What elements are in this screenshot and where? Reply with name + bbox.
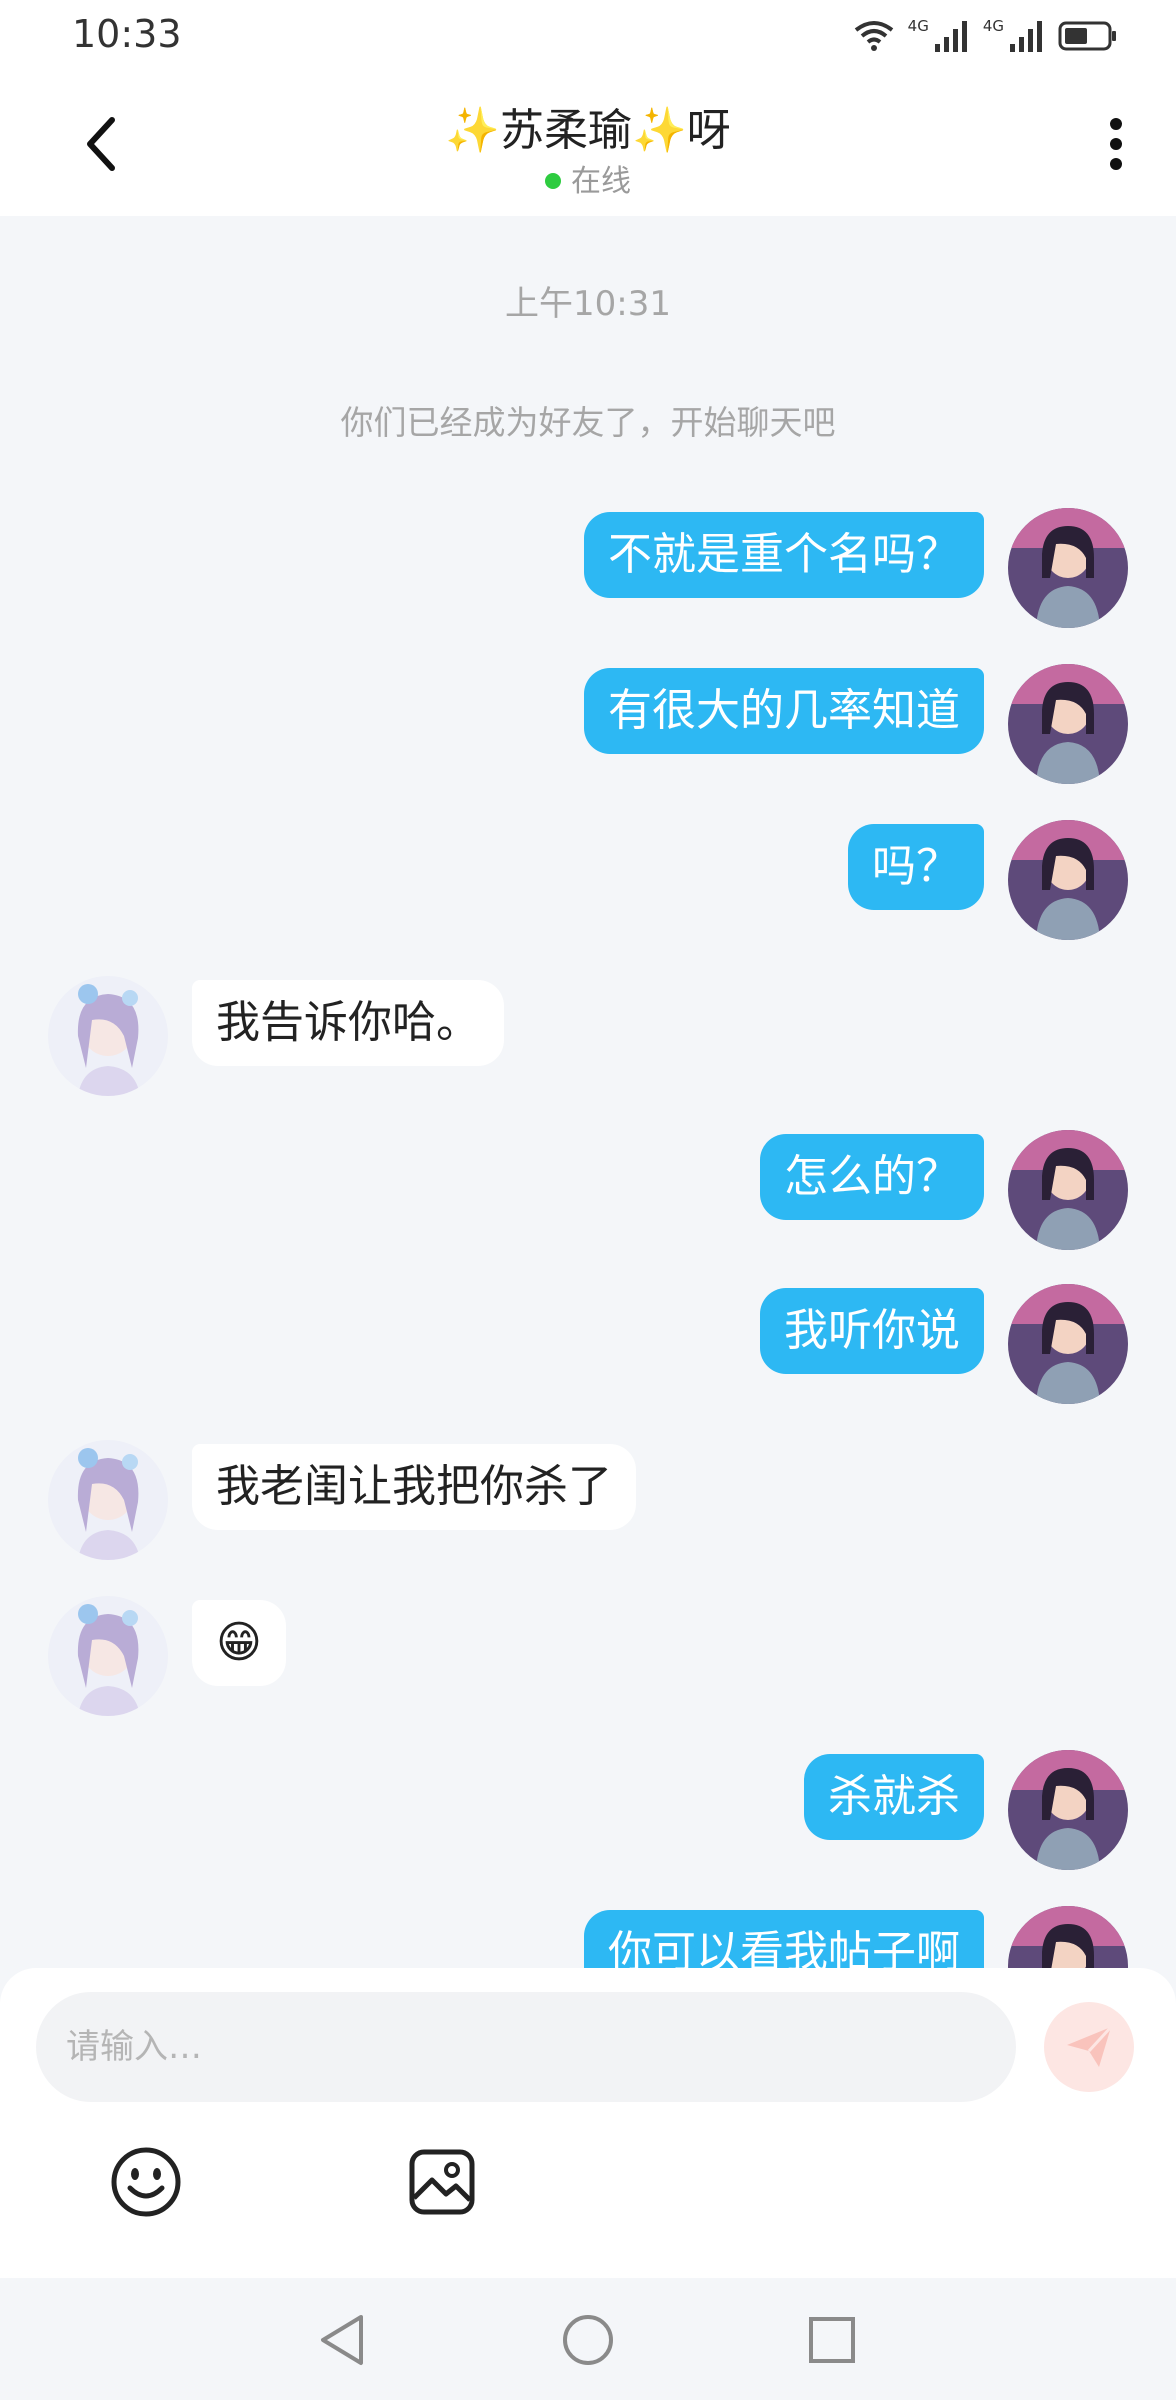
system-message: 你们已经成为好友了，开始聊天吧 [340, 403, 836, 442]
message-row: 我告诉你哈。 [0, 976, 1176, 1100]
network-type-label: 4G [907, 17, 929, 35]
message-bubble[interactable]: 我老闺让我把你杀了 [192, 1444, 636, 1530]
signal-icon [934, 21, 967, 52]
time-separator: 上午10:31 [505, 284, 671, 324]
message-bubble[interactable]: 你可以看我帖子啊 [584, 1910, 984, 1968]
message-row: 我听你说 [0, 1284, 1176, 1408]
avatar-girl-image [1008, 1906, 1128, 1968]
friend-avatar[interactable] [48, 1440, 168, 1560]
my-avatar[interactable] [1008, 1906, 1128, 1968]
avatar-girl-image [1008, 820, 1128, 940]
my-avatar[interactable] [1008, 1284, 1128, 1404]
avatar-girl-image [1008, 1284, 1128, 1404]
my-avatar[interactable] [1008, 1750, 1128, 1870]
friend-avatar[interactable] [48, 976, 168, 1096]
avatar-girl-image [1008, 508, 1128, 628]
battery-icon [1058, 21, 1116, 51]
message-input[interactable] [36, 1992, 1016, 2102]
online-status-label: 在线 [571, 164, 631, 199]
message-row: 杀就杀 [0, 1750, 1176, 1874]
avatar-anime-image [48, 1596, 168, 1716]
nav-recent-button[interactable] [800, 2308, 864, 2372]
system-nav-bar [0, 2278, 1176, 2400]
signal-icon [1010, 21, 1042, 52]
status-icons: 4G 4G [854, 14, 1118, 58]
message-bubble[interactable]: 怎么的？ [760, 1134, 984, 1220]
avatar-anime-image [48, 976, 168, 1096]
message-row: 吗？ [0, 820, 1176, 944]
send-icon [1067, 2025, 1113, 2067]
message-bubble[interactable]: 杀就杀 [804, 1754, 984, 1840]
nav-back-icon [321, 2315, 363, 2365]
emoji-button[interactable] [108, 2144, 184, 2220]
message-bubble[interactable]: 不就是重个名吗？ [584, 512, 984, 598]
avatar-girl-image [1008, 1130, 1128, 1250]
my-avatar[interactable] [1008, 1130, 1128, 1250]
send-button[interactable] [1044, 2002, 1134, 2092]
status-bar: 10:33 4G 4G [0, 0, 1176, 72]
message-composer [0, 1968, 1176, 2278]
my-avatar[interactable] [1008, 820, 1128, 940]
chat-area[interactable]: 上午10:31 你们已经成为好友了，开始聊天吧 不就是重个名吗？ 有很大的几率知… [0, 216, 1176, 1968]
more-vertical-icon [1110, 118, 1122, 170]
my-avatar[interactable] [1008, 664, 1128, 784]
friend-avatar[interactable] [48, 1596, 168, 1716]
image-icon [409, 2149, 475, 2215]
network-type-label: 4G [982, 17, 1004, 35]
message-row: 😁 [0, 1596, 1176, 1720]
message-row: 怎么的？ [0, 1130, 1176, 1254]
online-status: 在线 [0, 156, 1176, 200]
message-bubble[interactable]: 有很大的几率知道 [584, 668, 984, 754]
avatar-girl-image [1008, 664, 1128, 784]
message-bubble[interactable]: 我告诉你哈。 [192, 980, 504, 1066]
nav-home-icon [563, 2315, 613, 2365]
image-button[interactable] [404, 2144, 480, 2220]
online-dot [545, 172, 561, 189]
avatar-girl-image [1008, 1750, 1128, 1870]
avatar-anime-image [48, 1440, 168, 1560]
chat-title: ✨苏柔瑜✨呀 [445, 105, 731, 156]
emoji-icon [111, 2147, 181, 2217]
nav-back-button[interactable] [310, 2308, 374, 2372]
message-row: 我老闺让我把你杀了 [0, 1440, 1176, 1564]
message-row: 有很大的几率知道 [0, 664, 1176, 788]
message-row: 不就是重个名吗？ [0, 508, 1176, 632]
chat-header: ✨苏柔瑜✨呀 在线 [0, 72, 1176, 216]
nav-recent-icon [809, 2317, 855, 2363]
my-avatar[interactable] [1008, 508, 1128, 628]
status-time: 10:33 [72, 12, 182, 56]
message-bubble[interactable]: 吗？ [848, 824, 984, 910]
nav-home-button[interactable] [556, 2308, 620, 2372]
emoji-message-bubble[interactable]: 😁 [192, 1600, 286, 1686]
message-bubble[interactable]: 我听你说 [760, 1288, 984, 1374]
wifi-icon [854, 21, 893, 51]
message-row: 你可以看我帖子啊 [0, 1906, 1176, 1968]
more-options-button[interactable] [1092, 112, 1140, 176]
